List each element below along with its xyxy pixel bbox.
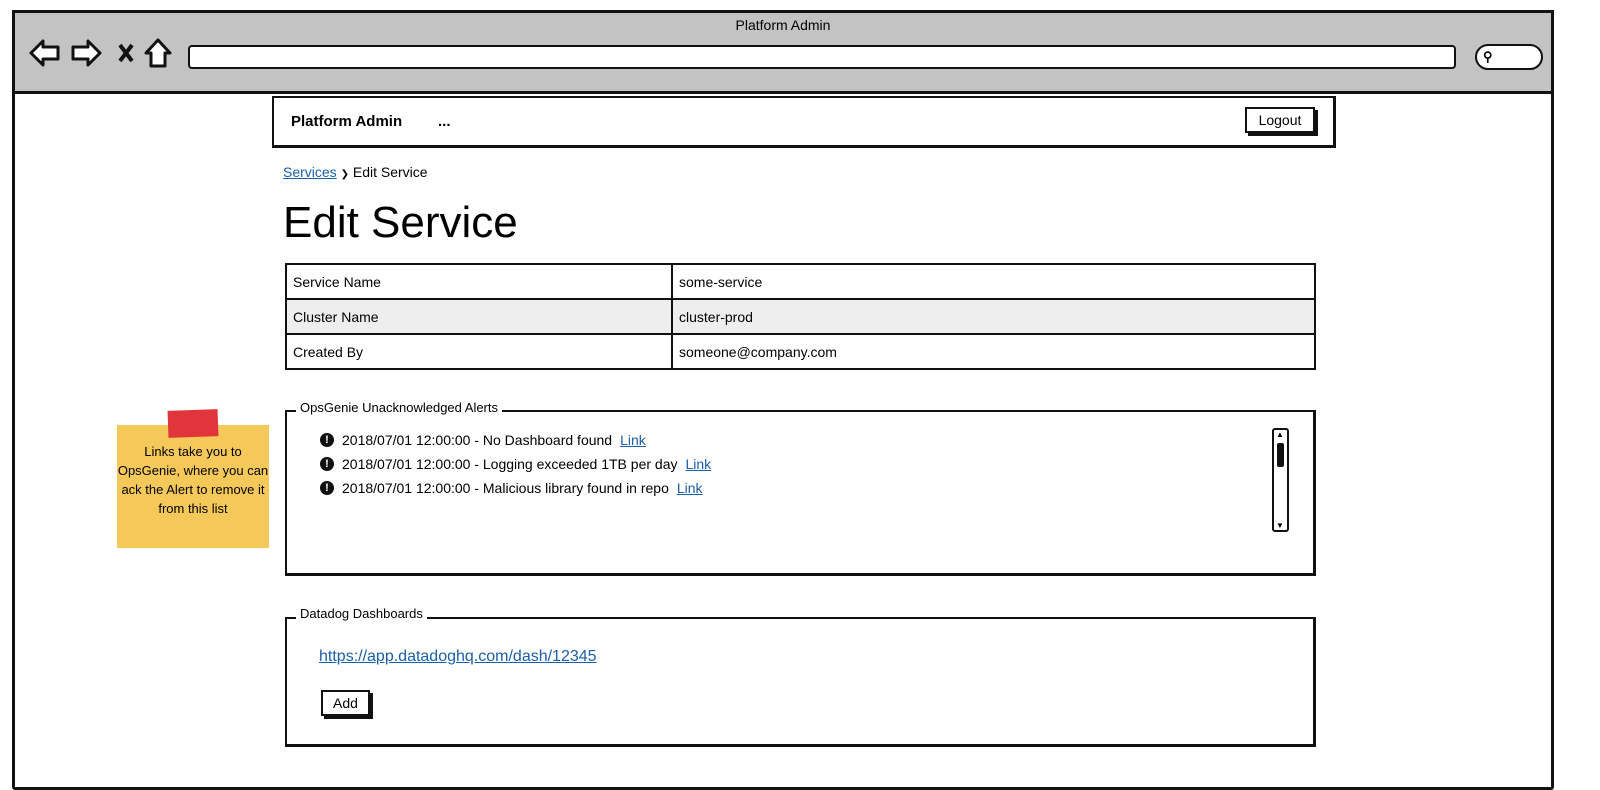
scroll-up-icon[interactable]: ▲	[1276, 430, 1284, 439]
row-value: someone@company.com	[671, 333, 1316, 370]
alert-link[interactable]: Link	[677, 480, 703, 496]
breadcrumb-current: Edit Service	[352, 164, 428, 180]
row-value: some-service	[671, 263, 1316, 300]
dashboards-title: Datadog Dashboards	[296, 606, 427, 621]
sticky-note: Links take you to OpsGenie, where you ca…	[117, 425, 269, 548]
table-row: Cluster Name cluster-prod	[285, 298, 1316, 335]
stop-icon[interactable]	[118, 43, 134, 63]
alert-link[interactable]: Link	[620, 432, 646, 448]
row-label: Service Name	[285, 263, 673, 300]
browser-nav-icons	[29, 38, 172, 68]
address-bar[interactable]	[188, 45, 1456, 69]
exclamation-icon: !	[320, 433, 334, 447]
navbar-brand[interactable]: Platform Admin	[291, 113, 402, 130]
table-row: Created By someone@company.com	[285, 333, 1316, 370]
service-details-table: Service Name some-service Cluster Name clu…	[285, 263, 1316, 370]
forward-icon[interactable]	[71, 39, 102, 67]
scroll-down-icon[interactable]: ▼	[1276, 521, 1284, 530]
breadcrumb: Services ❯ Edit Service	[283, 164, 428, 180]
browser-search[interactable]: ⚲	[1475, 44, 1543, 70]
logout-button[interactable]: Logout	[1245, 107, 1315, 133]
alert-text: 2018/07/01 12:00:00 - Logging exceeded 1…	[342, 456, 678, 472]
exclamation-icon: !	[320, 457, 334, 471]
page-title: Edit Service	[283, 198, 518, 247]
list-item: ! 2018/07/01 12:00:00 - No Dashboard foun…	[320, 432, 646, 448]
row-label: Created By	[285, 333, 673, 370]
back-icon[interactable]	[29, 39, 60, 67]
list-item: ! 2018/07/01 12:00:00 - Malicious library…	[320, 480, 703, 496]
top-navbar	[272, 96, 1336, 148]
window-title: Platform Admin	[735, 17, 831, 33]
search-icon: ⚲	[1483, 49, 1493, 64]
dashboard-link[interactable]: https://app.datadoghq.com/dash/12345	[319, 648, 597, 666]
scroll-thumb[interactable]	[1277, 443, 1284, 467]
alerts-scrollbar[interactable]: ▲ ▼	[1272, 428, 1289, 532]
list-item: ! 2018/07/01 12:00:00 - Logging exceeded …	[320, 456, 711, 472]
dashboards-panel	[285, 617, 1316, 747]
add-dashboard-button[interactable]: Add	[321, 690, 370, 716]
breadcrumb-services-link[interactable]: Services	[283, 164, 337, 180]
home-icon[interactable]	[144, 38, 172, 68]
alert-link[interactable]: Link	[685, 456, 711, 472]
alert-text: 2018/07/01 12:00:00 - Malicious library …	[342, 480, 669, 496]
row-label: Cluster Name	[285, 298, 673, 335]
table-row: Service Name some-service	[285, 263, 1316, 300]
alert-text: 2018/07/01 12:00:00 - No Dashboard found	[342, 432, 613, 448]
exclamation-icon: !	[320, 481, 334, 495]
alerts-title: OpsGenie Unacknowledged Alerts	[296, 400, 503, 415]
chevron-right-icon: ❯	[340, 169, 349, 180]
navbar-more[interactable]: ...	[438, 113, 451, 130]
row-value: cluster-prod	[671, 298, 1316, 335]
sticky-note-tape	[167, 409, 219, 438]
